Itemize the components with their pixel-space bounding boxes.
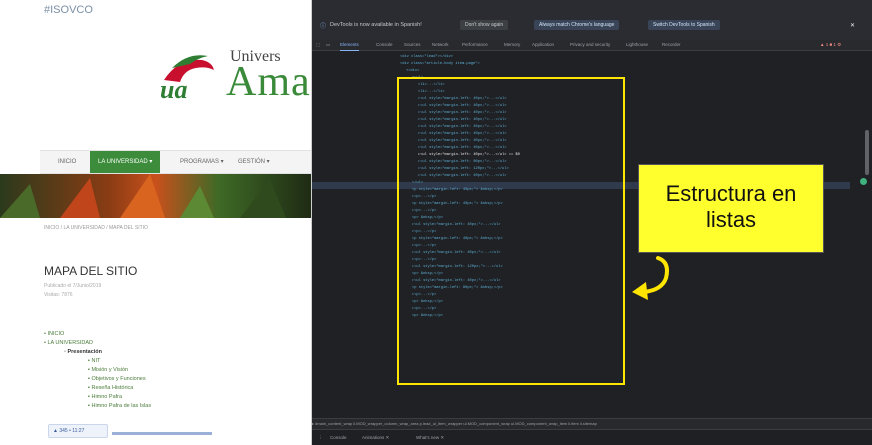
- site-breadcrumb[interactable]: INICIO / LA UNIVERSIDAD / MAPA DEL SITIO: [44, 225, 148, 231]
- page-title: MAPA DEL SITIO: [44, 264, 138, 278]
- tab-lighthouse[interactable]: Lighthouse: [626, 40, 648, 50]
- site-url-text[interactable]: #ISOVCO: [44, 4, 93, 16]
- banner-foliage-icon: [0, 174, 286, 218]
- curved-arrow-icon: [632, 256, 669, 300]
- inspect-element-icon[interactable]: ⬚: [316, 40, 320, 50]
- tab-application[interactable]: Application: [532, 40, 554, 50]
- tab-memory[interactable]: Memory: [504, 40, 520, 50]
- drawer-tab-console[interactable]: Console: [330, 435, 347, 440]
- website-pane: #ISOVCO ua Univers Ama INICIO LA UNIVERS…: [0, 0, 312, 445]
- annotation-callout: Estructura en listas: [638, 164, 824, 253]
- status-dot-icon: [860, 178, 867, 185]
- dont-show-again-button[interactable]: Don't show again: [460, 20, 509, 30]
- header-banner-image: [0, 174, 312, 218]
- dom-tree-line[interactable]: <div class="article-body item-page">: [400, 61, 480, 68]
- nav-item-programas[interactable]: PROGRAMAS ▾: [180, 151, 224, 173]
- sitemap-item-himno-islas[interactable]: ▪ Himno Pafra de las Islas: [88, 402, 151, 411]
- devtools-drawer: ⋮ Console Animations ✕ What's new ✕: [312, 429, 872, 445]
- tab-elements[interactable]: Elements: [340, 40, 359, 51]
- drawer-tab-animations[interactable]: Animations ✕: [362, 435, 389, 441]
- tab-performance[interactable]: Performance: [462, 40, 488, 50]
- sitemap-item-universidad[interactable]: • LA UNIVERSIDAD: [44, 339, 93, 348]
- university-logo-icon[interactable]: ua: [158, 50, 220, 100]
- match-language-button[interactable]: Always match Chrome's language: [534, 20, 620, 30]
- tab-sources[interactable]: Sources: [404, 40, 421, 50]
- meta-published: Publicado el 7/Junio/2019: [44, 283, 102, 289]
- sitemap-item-nit[interactable]: ▪ NIT: [88, 357, 100, 366]
- vertical-scrollbar[interactable]: [865, 130, 869, 175]
- nav-item-inicio[interactable]: INICIO: [58, 151, 76, 173]
- close-banner-icon[interactable]: ✕: [850, 22, 855, 29]
- footer-divider: [112, 432, 212, 435]
- sitemap-item-resena[interactable]: ▪ Reseña Histórica: [88, 384, 133, 393]
- sitemap-item-inicio[interactable]: • INICIO: [44, 330, 64, 339]
- info-icon: ⓘ: [320, 24, 327, 30]
- issues-badge[interactable]: ▲ 1 ■ 1 ⚙: [820, 40, 841, 50]
- devtools-language-banner: ⓘ DevTools is now available in Spanish! …: [312, 0, 872, 40]
- site-navbar: INICIO LA UNIVERSIDAD ▾ PROGRAMAS ▾ GEST…: [40, 150, 312, 174]
- tab-network[interactable]: Network: [432, 40, 449, 50]
- sitemap-item-objetivos[interactable]: ▪ Objetivos y Funciones: [88, 375, 146, 384]
- sitemap-item-mision[interactable]: ▪ Misión y Visión: [88, 366, 128, 375]
- drawer-menu-icon[interactable]: ⋮: [318, 435, 323, 441]
- devtools-tab-bar: ⬚ ▭ Elements Console Sources Network Per…: [312, 40, 872, 51]
- tab-privacy-security[interactable]: Privacy and security: [570, 40, 610, 50]
- dom-breadcrumbs[interactable]: ▸ #main_content_wrap li.MOD_wrapper_colu…: [312, 418, 872, 429]
- device-toolbar-icon[interactable]: ▭: [326, 40, 330, 50]
- dom-tree-line[interactable]: <div class="lead"></div>: [400, 54, 453, 61]
- sitemap-item-himno[interactable]: ▪ Himno Pafra: [88, 393, 122, 402]
- floating-status-button[interactable]: ▲ 345 • 11:27: [48, 424, 108, 438]
- nav-item-la-universidad[interactable]: LA UNIVERSIDAD ▾: [90, 151, 161, 173]
- banner-message: DevTools is now available in Spanish!: [330, 22, 422, 28]
- drawer-tab-whats-new[interactable]: What's new ✕: [416, 435, 444, 441]
- tab-console[interactable]: Console: [376, 40, 393, 50]
- sitemap-item-presentacion[interactable]: ◦ Presentación: [64, 348, 102, 357]
- dom-tree-line[interactable]: ▾<div>: [406, 68, 419, 75]
- logo-text-big: Ama: [226, 59, 311, 105]
- nav-item-gestion[interactable]: GESTIÓN ▾: [238, 151, 270, 173]
- switch-spanish-button[interactable]: Switch DevTools to Spanish: [648, 20, 720, 30]
- meta-visits: Visitas: 7876: [44, 292, 73, 298]
- list-structure-highlight-box: [397, 77, 625, 385]
- svg-text:ua: ua: [160, 75, 187, 100]
- tab-recorder[interactable]: Recorder: [662, 40, 681, 50]
